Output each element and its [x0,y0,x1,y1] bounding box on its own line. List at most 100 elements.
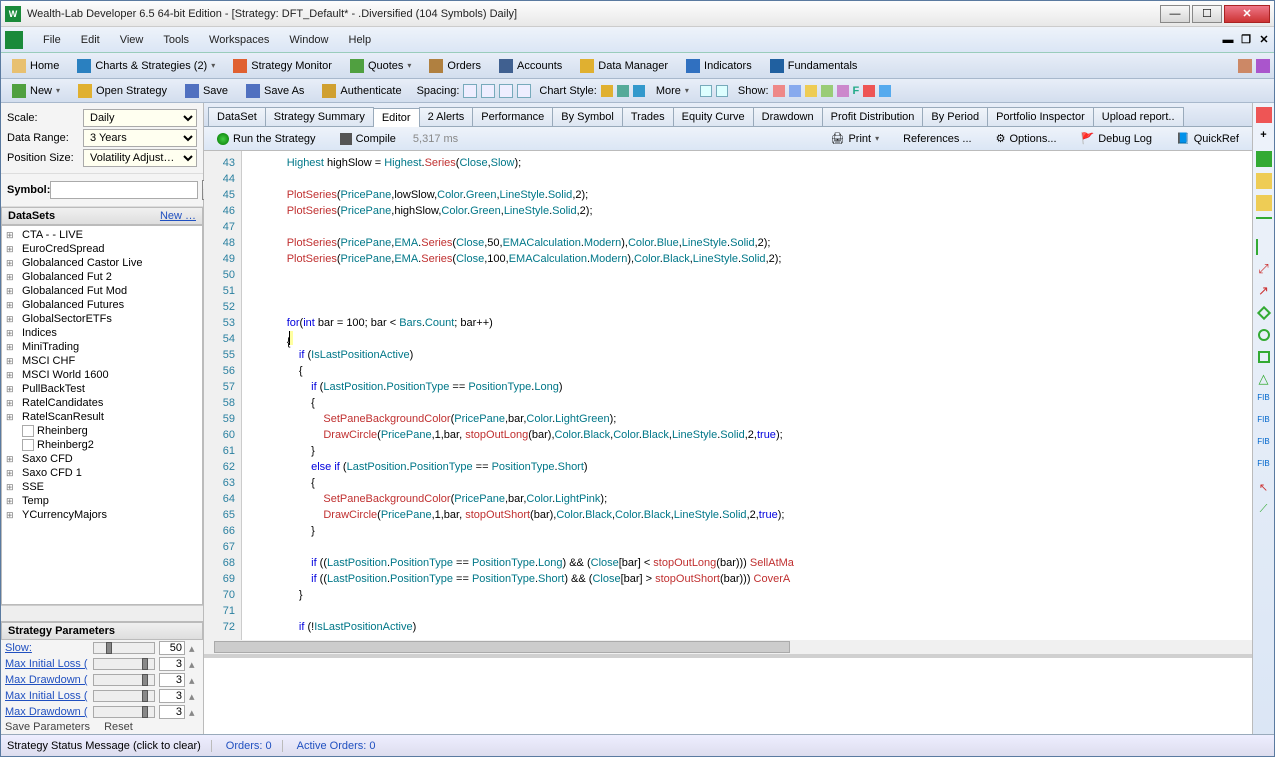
save-as-button[interactable]: Save As [239,81,311,101]
print-button[interactable]: 🖨 Print ▾ [823,129,886,148]
tab-editor[interactable]: Editor [373,108,420,127]
dataset-node[interactable]: Globalanced Fut 2 [4,270,200,284]
save-button[interactable]: Save [178,81,235,101]
green-square-icon[interactable] [1256,151,1272,167]
vline-icon[interactable] [1256,239,1272,255]
about-icon[interactable] [1256,59,1270,73]
dataset-node[interactable]: Rheinberg2 [4,438,200,452]
tab-dataset[interactable]: DataSet [208,107,266,126]
save-params-link[interactable]: Save Parameters [5,721,90,733]
options-button[interactable]: ⚙ Options... [989,129,1064,148]
quotes-button[interactable]: Quotes ▾ [343,56,418,76]
status-message[interactable]: Strategy Status Message (click to clear) [7,740,212,752]
measure-icon[interactable]: ↗ [1256,283,1272,299]
triangle-icon[interactable]: △ [1256,371,1272,387]
close-button[interactable]: ✕ [1224,5,1270,23]
arrows-icon[interactable]: ⤢ [1256,261,1272,277]
app-menu-icon[interactable] [5,31,23,49]
tab-profit-distribution[interactable]: Profit Distribution [822,107,924,126]
dataset-node[interactable]: EuroCredSpread [4,242,200,256]
tab-performance[interactable]: Performance [472,107,553,126]
tree-h-scroll[interactable] [1,605,203,621]
dataset-node[interactable]: Indices [4,326,200,340]
debug-log-button[interactable]: 🚩 Debug Log [1074,129,1160,148]
new-dataset-link[interactable]: New … [160,210,196,222]
show-1-icon[interactable] [773,85,785,97]
strategy-monitor-button[interactable]: Strategy Monitor [226,56,339,76]
minimize-button[interactable]: — [1160,5,1190,23]
status-orders[interactable]: Orders: 0 [226,740,283,752]
param-slider[interactable] [93,690,155,702]
dataset-node[interactable]: RatelScanResult [4,410,200,424]
fib-3-icon[interactable]: FIB [1256,437,1272,453]
tab-upload-report-[interactable]: Upload report.. [1093,107,1184,126]
compile-button[interactable]: Compile [333,130,403,148]
fundamental-f-icon[interactable]: F [853,85,860,97]
bar-icon[interactable] [617,85,629,97]
mdi-restore-icon[interactable]: ❐ [1240,34,1252,46]
square-icon[interactable] [1258,351,1270,363]
scale-select[interactable]: Daily [83,109,197,127]
position-size-select[interactable]: Volatility Adjust… [83,149,197,167]
dataset-node[interactable]: MiniTrading [4,340,200,354]
status-active-orders[interactable]: Active Orders: 0 [297,740,376,752]
dataset-node[interactable]: Saxo CFD [4,452,200,466]
fib-4-icon[interactable]: FIB [1256,459,1272,475]
dataset-node[interactable]: CTA - - LIVE [4,228,200,242]
red-line-icon[interactable]: ↖ [1256,481,1272,497]
tab-by-period[interactable]: By Period [922,107,988,126]
authenticate-button[interactable]: Authenticate [315,81,408,101]
dataset-node[interactable]: SSE [4,480,200,494]
param-link[interactable]: Max Initial Loss ( [5,658,89,670]
show-3-icon[interactable] [805,85,817,97]
fib-1-icon[interactable]: FIB [1256,393,1272,409]
data-manager-button[interactable]: Data Manager [573,56,675,76]
param-link[interactable]: Max Initial Loss ( [5,690,89,702]
fib-2-icon[interactable]: FIB [1256,415,1272,431]
tab-2-alerts[interactable]: 2 Alerts [419,107,474,126]
plus-icon[interactable]: + [1256,129,1272,145]
dataset-node[interactable]: Globalanced Castor Live [4,256,200,270]
param-slider[interactable] [93,642,155,654]
code-editor[interactable]: 4344454647484950515253545556575859606162… [204,151,1252,640]
show-6-icon[interactable] [863,85,875,97]
dataset-node[interactable]: Globalanced Fut Mod [4,284,200,298]
note-icon[interactable] [1256,173,1272,189]
tab-equity-curve[interactable]: Equity Curve [673,107,754,126]
menu-window[interactable]: Window [279,34,338,46]
charts-strategies-button[interactable]: Charts & Strategies (2) ▾ [70,56,222,76]
hline-icon[interactable] [1256,217,1272,233]
spacing-4-icon[interactable] [517,84,531,98]
dataset-node[interactable]: Rheinberg [4,424,200,438]
dataset-node[interactable]: YCurrencyMajors [4,508,200,522]
references-button[interactable]: References ... [896,130,978,148]
tab-drawdown[interactable]: Drawdown [753,107,823,126]
menu-file[interactable]: File [33,34,71,46]
param-slider[interactable] [93,674,155,686]
menu-edit[interactable]: Edit [71,34,110,46]
symbol-input[interactable] [50,181,198,199]
dataset-node[interactable]: MSCI CHF [4,354,200,368]
data-range-select[interactable]: 3 Years [83,129,197,147]
menu-workspaces[interactable]: Workspaces [199,34,279,46]
tab-portfolio-inspector[interactable]: Portfolio Inspector [987,107,1094,126]
param-link[interactable]: Max Drawdown ( [5,706,89,718]
code-area[interactable]: Highest highSlow = Highest.Series(Close,… [242,151,1252,640]
tab-by-symbol[interactable]: By Symbol [552,107,623,126]
run-strategy-button[interactable]: Run the Strategy [210,130,323,148]
accounts-button[interactable]: Accounts [492,56,569,76]
new-button[interactable]: New ▾ [5,81,67,101]
show-4-icon[interactable] [821,85,833,97]
reset-params-link[interactable]: Reset [104,721,133,733]
dataset-node[interactable]: Globalanced Futures [4,298,200,312]
spacing-1-icon[interactable] [463,84,477,98]
more-button[interactable]: More ▾ [649,82,696,100]
dataset-node[interactable]: Saxo CFD 1 [4,466,200,480]
show-7-icon[interactable] [879,85,891,97]
line-icon[interactable] [633,85,645,97]
show-5-icon[interactable] [837,85,849,97]
dataset-node[interactable]: PullBackTest [4,382,200,396]
menu-help[interactable]: Help [339,34,382,46]
green-line-icon[interactable]: ⟋ [1256,503,1272,519]
fundamentals-button[interactable]: Fundamentals [763,56,865,76]
